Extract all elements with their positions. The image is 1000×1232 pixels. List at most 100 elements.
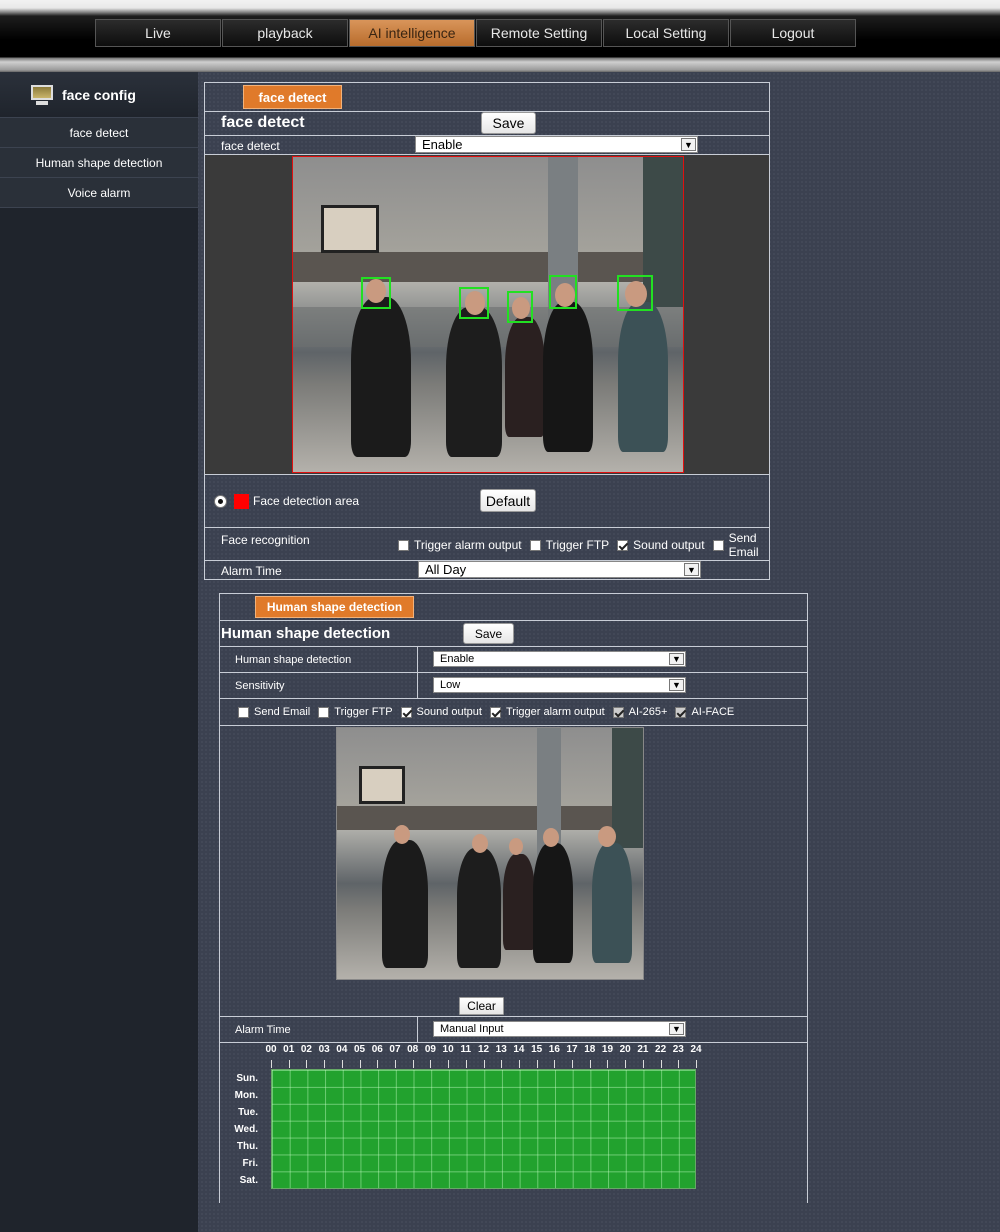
checkbox[interactable] — [675, 706, 687, 718]
schedule-hour-tick — [271, 1060, 272, 1068]
face-camera-image[interactable] — [292, 156, 684, 473]
schedule-hour-tick — [394, 1060, 396, 1068]
schedule-day-label: Tue. — [238, 1107, 258, 1118]
face-recognition-label: Face recognition — [221, 533, 310, 547]
clear-button[interactable]: Clear — [459, 997, 504, 1015]
human-options-row: Send Email Trigger FTP Sound output Trig… — [220, 699, 807, 726]
sidebar-item-face-detect[interactable]: face detect — [0, 118, 198, 148]
schedule-hour-tick — [288, 1060, 290, 1068]
human-alarm-time-label: Alarm Time — [235, 1024, 291, 1036]
human-save-button[interactable]: Save — [463, 623, 514, 644]
face-option-trigger-alarm[interactable]: Trigger alarm output — [398, 531, 522, 559]
schedule-hour-tick — [607, 1060, 609, 1068]
human-option-ai-face[interactable]: AI-FACE — [675, 706, 734, 718]
human-camera-image[interactable] — [336, 727, 644, 980]
face-option-trigger-ftp[interactable]: Trigger FTP — [529, 531, 609, 559]
schedule-hour-labels: 00 01 02 03 04 05 06 07 08 09 10 11 12 13 14 15 16 17 18 19… — [265, 1044, 715, 1068]
schedule-hour-tick — [465, 1060, 467, 1068]
schedule-hour-tick — [448, 1060, 450, 1068]
face-area-radio[interactable] — [214, 495, 227, 508]
tab-ai-intelligence[interactable]: AI intelligence — [349, 19, 475, 47]
human-tab-row: Human shape detection — [220, 594, 807, 621]
schedule-hour-tick — [642, 1060, 644, 1068]
face-options: Trigger alarm output Trigger FTP Sound o… — [398, 531, 767, 559]
checkbox[interactable] — [489, 706, 501, 718]
checkbox[interactable] — [612, 706, 624, 718]
schedule-hour-tick — [536, 1060, 538, 1068]
sidebar-item-voice-alarm[interactable]: Voice alarm — [0, 178, 198, 208]
face-enable-select[interactable]: Enable ▼ — [415, 136, 698, 153]
schedule-hour-tick — [696, 1060, 697, 1068]
face-enable-row: face detect Enable ▼ — [205, 136, 769, 155]
face-area-label: Face detection area — [253, 494, 360, 508]
face-box — [549, 275, 577, 309]
face-detect-tab[interactable]: face detect — [243, 85, 342, 109]
checkbox[interactable] — [398, 539, 409, 551]
schedule-hour-tick — [377, 1060, 379, 1068]
schedule-day-label: Thu. — [236, 1141, 258, 1152]
checkbox[interactable] — [400, 706, 412, 718]
face-option-send-email[interactable]: Send Email — [712, 531, 759, 559]
checkbox[interactable] — [529, 539, 541, 551]
schedule-hour-tick — [501, 1060, 503, 1068]
human-enable-row: Human shape detection Enable ▼ — [220, 647, 807, 673]
red-color-swatch-icon — [234, 494, 249, 509]
human-option-sound-output[interactable]: Sound output — [400, 706, 482, 718]
human-alarm-time-value: Manual Input — [440, 1023, 504, 1035]
face-alarm-time-label: Alarm Time — [221, 564, 282, 578]
human-alarm-time-select[interactable]: Manual Input ▼ — [433, 1021, 686, 1037]
checkbox[interactable] — [318, 706, 330, 718]
tab-logout[interactable]: Logout — [730, 19, 856, 47]
schedule-day-label: Sat. — [239, 1175, 258, 1186]
face-alarm-time-select[interactable]: All Day ▼ — [418, 561, 701, 578]
schedule-hour-tick — [660, 1060, 662, 1068]
schedule-hour-tick — [589, 1060, 591, 1068]
top-bar: Live playback AI intelligence Remote Set… — [0, 0, 1000, 72]
human-options: Send Email Trigger FTP Sound output Trig… — [238, 706, 742, 718]
schedule-day-label: Sun. — [236, 1073, 258, 1084]
monitor-icon — [30, 84, 54, 106]
tab-local-setting[interactable]: Local Setting — [603, 19, 729, 47]
human-option-ai-265[interactable]: AI-265+ — [612, 706, 667, 718]
main-nav: Live playback AI intelligence Remote Set… — [95, 19, 857, 47]
chevron-down-icon: ▼ — [684, 563, 699, 576]
human-alarm-time-row: Alarm Time Manual Input ▼ — [220, 1017, 807, 1043]
human-shape-tab[interactable]: Human shape detection — [255, 596, 414, 618]
face-tab-row: face detect — [205, 83, 769, 112]
face-box — [361, 277, 391, 309]
chevron-down-icon: ▼ — [681, 138, 696, 151]
schedule-hour-tick — [518, 1060, 520, 1068]
face-box — [507, 291, 533, 323]
checkbox[interactable] — [238, 706, 249, 718]
sidebar-item-human-shape-detection[interactable]: Human shape detection — [0, 148, 198, 178]
schedule-day-label: Wed. — [234, 1124, 258, 1135]
schedule-hour-tick — [341, 1060, 343, 1068]
sensitivity-select[interactable]: Low ▼ — [433, 677, 686, 693]
tab-live[interactable]: Live — [95, 19, 221, 47]
sidebar-title: face config — [62, 86, 136, 103]
face-video-row — [205, 155, 769, 475]
schedule-hour-tick — [572, 1060, 574, 1068]
tab-playback[interactable]: playback — [222, 19, 348, 47]
face-save-button[interactable]: Save — [481, 112, 536, 134]
human-enable-select[interactable]: Enable ▼ — [433, 651, 686, 667]
default-button[interactable]: Default — [480, 489, 536, 512]
schedule-grid[interactable] — [271, 1069, 696, 1189]
schedule-section: 00 01 02 03 04 05 06 07 08 09 10 11 12 13 14 15 16 17 18 19… — [220, 1043, 807, 1204]
human-option-send-email[interactable]: Send Email — [238, 706, 310, 718]
face-options-row: Face recognition Trigger alarm output Tr… — [205, 528, 769, 561]
human-option-trigger-alarm[interactable]: Trigger alarm output — [489, 706, 605, 718]
checkbox[interactable] — [712, 539, 724, 551]
sensitivity-label: Sensitivity — [235, 680, 285, 692]
sensitivity-value: Low — [440, 679, 461, 691]
schedule-day-label: Mon. — [234, 1090, 258, 1101]
face-heading-row: face detect Save — [205, 112, 769, 136]
schedule-hour-tick — [359, 1060, 361, 1068]
schedule-hour-tick — [430, 1060, 432, 1068]
tab-remote-setting[interactable]: Remote Setting — [476, 19, 602, 47]
human-video-row: Clear — [220, 726, 807, 1017]
chevron-down-icon: ▼ — [669, 679, 684, 691]
human-option-trigger-ftp[interactable]: Trigger FTP — [318, 706, 393, 718]
face-option-sound-output[interactable]: Sound output — [617, 531, 705, 559]
checkbox[interactable] — [617, 539, 629, 551]
